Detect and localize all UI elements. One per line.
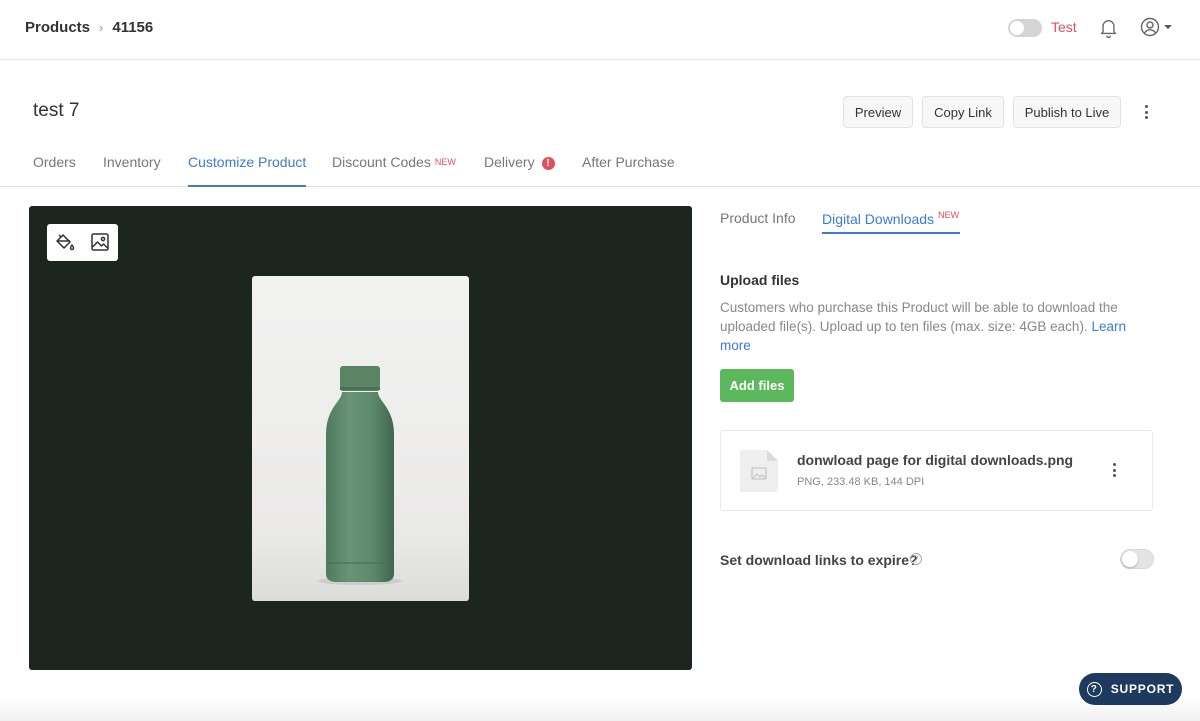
- main-tabs: Orders Inventory Customize Product Disco…: [0, 140, 1200, 187]
- upload-files-title: Upload files: [720, 272, 800, 288]
- tab-label: Inventory: [103, 154, 161, 170]
- expire-links-label: Set download links to expire?: [720, 552, 918, 568]
- product-preview-panel: [29, 206, 692, 670]
- support-button[interactable]: ? SUPPORT: [1079, 673, 1182, 705]
- tab-label: After Purchase: [582, 154, 675, 170]
- breadcrumb-current: 41156: [112, 19, 154, 36]
- tab-discount-codes[interactable]: Discount Codes NEW: [332, 154, 456, 187]
- tab-label: Delivery: [484, 154, 535, 170]
- file-meta: PNG, 233.48 KB, 144 DPI: [797, 476, 925, 488]
- file-name: donwload page for digital downloads.png: [797, 452, 1074, 468]
- image-icon[interactable]: [90, 232, 110, 252]
- tab-label: Discount Codes: [332, 154, 431, 170]
- test-mode-toggle[interactable]: [1008, 19, 1042, 37]
- bottom-shadow: [0, 698, 1200, 721]
- breadcrumb-separator-icon: ›: [99, 20, 104, 35]
- tab-orders[interactable]: Orders: [33, 154, 76, 187]
- new-badge: NEW: [938, 210, 960, 220]
- user-menu[interactable]: [1140, 17, 1172, 37]
- chevron-down-icon: [1164, 25, 1172, 29]
- expire-links-toggle[interactable]: [1120, 549, 1154, 569]
- preview-toolbar: [47, 224, 118, 261]
- copy-link-button[interactable]: Copy Link: [922, 96, 1004, 128]
- page-title: test 7: [33, 100, 80, 121]
- product-image: [252, 276, 469, 601]
- alert-icon: !: [541, 157, 555, 170]
- tab-after-purchase[interactable]: After Purchase: [582, 154, 675, 187]
- breadcrumb: Products › 41156: [25, 19, 153, 36]
- tab-product-info[interactable]: Product Info: [720, 210, 796, 234]
- tab-label: Digital Downloads: [822, 211, 935, 227]
- paint-bucket-icon[interactable]: [55, 232, 75, 252]
- tab-label: Product Info: [720, 210, 796, 226]
- toggle-knob: [1122, 551, 1138, 567]
- support-label: SUPPORT: [1110, 682, 1175, 696]
- tab-inventory[interactable]: Inventory: [103, 154, 161, 187]
- upload-description-text: Customers who purchase this Product will…: [720, 300, 1118, 334]
- top-bar: Products › 41156 Test: [0, 0, 1200, 60]
- file-image-icon: [740, 450, 778, 492]
- tab-delivery[interactable]: Delivery!: [484, 154, 555, 187]
- tab-label: Orders: [33, 154, 76, 170]
- toggle-knob: [1010, 21, 1024, 35]
- upload-description: Customers who purchase this Product will…: [720, 298, 1140, 355]
- publish-to-live-button[interactable]: Publish to Live: [1013, 96, 1121, 128]
- help-circle-icon: ?: [1086, 681, 1102, 697]
- user-avatar-icon: [1140, 17, 1160, 37]
- notification-bell-icon[interactable]: [1099, 18, 1118, 38]
- help-icon[interactable]: ?: [910, 553, 922, 565]
- file-card: donwload page for digital downloads.png …: [720, 430, 1153, 511]
- tab-customize-product[interactable]: Customize Product: [188, 154, 307, 187]
- more-options-icon[interactable]: [1144, 105, 1149, 119]
- file-options-icon[interactable]: [1112, 463, 1117, 477]
- product-bottle-illustration: [252, 366, 469, 601]
- test-mode-label: Test: [1051, 19, 1077, 35]
- tab-digital-downloads[interactable]: Digital Downloads NEW: [822, 210, 960, 234]
- breadcrumb-products-link[interactable]: Products: [25, 19, 90, 36]
- tab-label: Customize Product: [188, 154, 307, 170]
- add-files-button[interactable]: Add files: [720, 369, 794, 402]
- preview-button[interactable]: Preview: [843, 96, 913, 128]
- new-badge: NEW: [434, 157, 456, 167]
